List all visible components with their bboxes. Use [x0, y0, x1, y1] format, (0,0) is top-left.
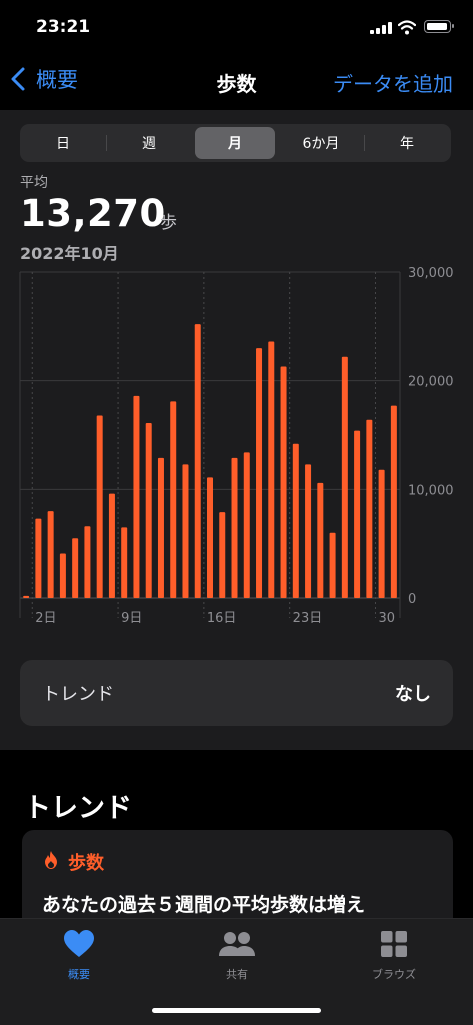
y-tick-label: 0 [408, 592, 416, 607]
chart-bar[interactable] [329, 532, 336, 598]
chart-bar[interactable] [256, 348, 263, 598]
trend-row-value: なし [395, 684, 431, 705]
chart-bar[interactable] [23, 595, 30, 598]
cellular-signal-icon [370, 22, 392, 34]
add-data-button[interactable]: データを追加 [333, 68, 453, 97]
tab-summary-label: 概要 [68, 968, 90, 981]
y-tick-label: 10,000 [408, 483, 454, 498]
chart-bar[interactable] [157, 457, 164, 598]
chart-bar[interactable] [378, 469, 385, 598]
chart-bar[interactable] [84, 526, 91, 598]
chart-bar[interactable] [47, 511, 54, 598]
time-range-segmented-control: 日 週 月 6か月 年 [20, 124, 451, 162]
chart-bar[interactable] [170, 401, 177, 598]
flame-icon [45, 851, 57, 869]
average-label: 平均 [20, 175, 48, 191]
segment-month[interactable]: 月 [195, 127, 275, 159]
segment-six-months[interactable]: 6か月 [281, 127, 361, 159]
chart-bar[interactable] [182, 464, 189, 598]
date-range: 2022年10月 [20, 244, 119, 263]
x-tick-label: 16日 [207, 611, 237, 626]
wifi-icon [398, 20, 416, 35]
heart-icon [64, 930, 94, 957]
trend-card-text: あなたの過去５週間の平均歩数は増え [42, 894, 366, 916]
chart-bar[interactable] [390, 405, 397, 598]
chart-bar[interactable] [305, 464, 312, 598]
x-tick-label: 9日 [121, 611, 142, 626]
trend-row-label: トレンド [42, 684, 114, 705]
chart-bar[interactable] [194, 324, 201, 598]
chart-bar[interactable] [268, 341, 275, 598]
segment-day[interactable]: 日 [23, 127, 103, 159]
chart-bar[interactable] [72, 538, 79, 598]
segment-week[interactable]: 週 [109, 127, 189, 159]
chart-bar[interactable] [219, 512, 226, 598]
home-indicator [152, 1008, 321, 1013]
chart-bar[interactable] [231, 457, 238, 598]
chart-bar[interactable] [207, 477, 213, 598]
people-icon [219, 932, 255, 956]
chart-bar[interactable] [341, 356, 348, 598]
x-tick-label: 2日 [35, 611, 56, 626]
x-tick-label: 23日 [293, 611, 323, 626]
status-time: 23:21 [36, 17, 91, 37]
tab-browse[interactable]: ブラウズ [349, 929, 439, 982]
average-unit: 歩 [160, 213, 177, 233]
x-tick-label: 30 [378, 611, 395, 626]
chart-bar[interactable] [280, 366, 287, 598]
chart-bar[interactable] [354, 430, 361, 598]
trend-heading: トレンド [24, 793, 132, 824]
chart-bar[interactable] [59, 553, 66, 598]
battery-icon [424, 20, 454, 33]
chart-bar[interactable] [108, 493, 115, 598]
average-value: 13,270 [20, 192, 166, 235]
tab-summary[interactable]: 概要 [34, 929, 124, 982]
chart-bar[interactable] [35, 518, 42, 598]
tab-sharing-label: 共有 [226, 968, 248, 981]
trend-card-category: 歩数 [68, 853, 104, 874]
chart-bar[interactable] [317, 482, 324, 598]
chart-bar[interactable] [121, 527, 128, 598]
steps-bar-chart[interactable]: 30,000 20,000 10,000 0 2日 9日 16日 23日 30 [0, 262, 473, 632]
chart-bar[interactable] [96, 415, 103, 598]
tab-sharing[interactable]: 共有 [192, 929, 282, 982]
chart-bar[interactable] [366, 419, 373, 598]
y-tick-label: 30,000 [408, 266, 454, 281]
chart-bar[interactable] [133, 395, 140, 598]
segment-year[interactable]: 年 [367, 127, 447, 159]
grid-icon [381, 931, 407, 957]
y-tick-label: 20,000 [408, 375, 454, 390]
chart-bar[interactable] [292, 443, 299, 598]
chart-bar[interactable] [145, 423, 152, 598]
chart-bar[interactable] [243, 452, 250, 598]
trend-row[interactable]: トレンド なし [20, 660, 453, 726]
tab-browse-label: ブラウズ [372, 968, 416, 981]
